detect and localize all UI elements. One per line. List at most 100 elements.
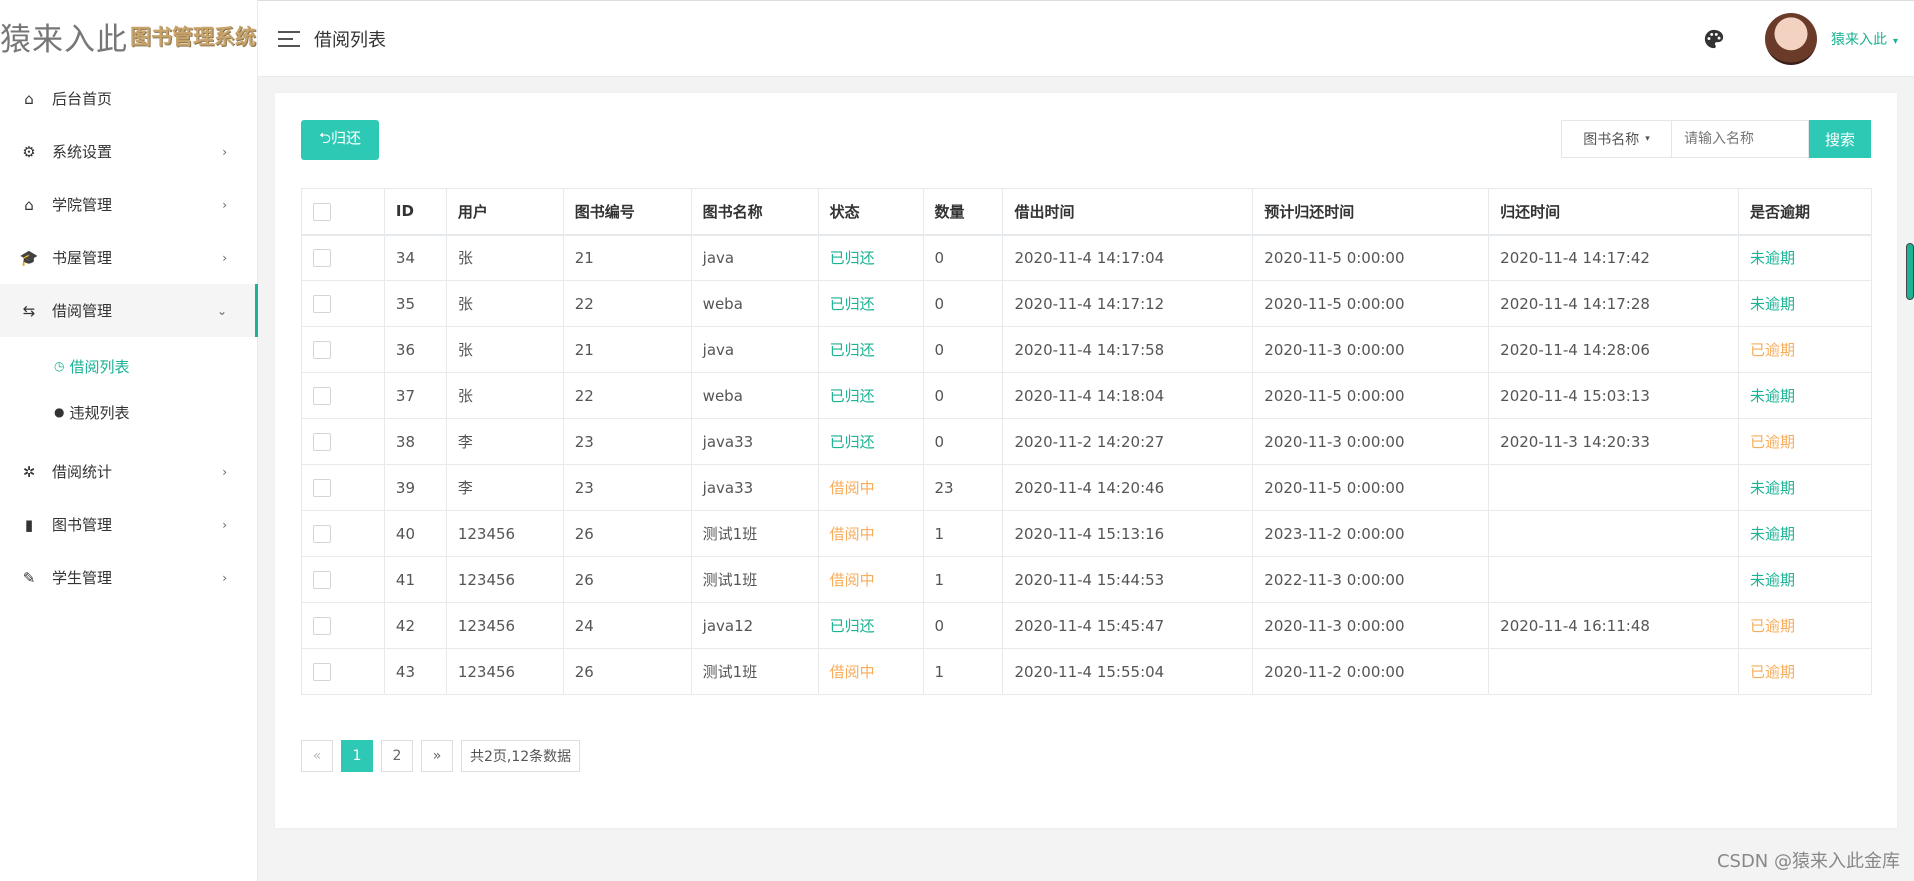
cell-due-time: 2020-11-5 0:00:00 [1252, 234, 1490, 281]
sidebar-item-2[interactable]: ⌂ 学院管理 › [0, 178, 257, 231]
row-select-cell [301, 418, 385, 465]
sidebar-item-7[interactable]: ✎ 学生管理 › [0, 551, 257, 604]
content-panel: ⮌归还 图书名称 ▾ 搜索 ID 用户 图书编号 图书名称 状态 数量 借出时间 … [275, 93, 1897, 828]
chevron-right-icon: › [222, 570, 227, 585]
cell-book-name: 测试1班 [690, 510, 819, 557]
cell-borrow-time: 2020-11-2 14:20:27 [1002, 418, 1254, 465]
prev-page-button[interactable]: « [301, 740, 333, 772]
cell-book-name: 测试1班 [690, 648, 819, 695]
row-checkbox[interactable] [313, 524, 331, 543]
sidebar-item-label: 后台首页 [52, 90, 113, 108]
sidebar-subitem-label: 借阅列表 [69, 357, 130, 376]
chevron-right-icon: › [222, 464, 227, 479]
row-checkbox[interactable] [313, 249, 331, 267]
cell-due-time: 2020-11-5 0:00:00 [1252, 372, 1490, 419]
chevron-down-icon: ⌄ [216, 303, 227, 318]
cell-status: 借阅中 [817, 556, 924, 603]
cell-borrow-time: 2020-11-4 14:20:46 [1002, 464, 1254, 511]
column-header-borrow-time[interactable]: 借出时间 [1002, 188, 1254, 236]
column-header-due-time[interactable]: 预计归还时间 [1252, 188, 1490, 236]
row-checkbox[interactable] [313, 340, 331, 359]
cell-return-time: 2020-11-4 14:17:42 [1488, 234, 1740, 281]
cell-overdue: 未逾期 [1738, 556, 1872, 603]
column-header-id[interactable]: ID [383, 188, 447, 236]
select-all-checkbox[interactable] [313, 202, 331, 221]
cell-borrow-time: 2020-11-4 15:45:47 [1002, 602, 1254, 649]
app-logo[interactable]: 猿来入此 图书管理系统 [0, 0, 257, 72]
row-select-cell [301, 602, 385, 649]
return-button[interactable]: ⮌归还 [301, 120, 379, 160]
table-row[interactable]: 42 123456 24 java12 已归还 0 2020-11-4 15:45:47 20… [301, 602, 1872, 649]
palette-icon[interactable] [1703, 28, 1725, 50]
cell-overdue: 已逾期 [1738, 648, 1872, 695]
sidebar-item-1[interactable]: ⚙ 系统设置 › [0, 125, 257, 178]
table-row[interactable]: 38 李 23 java33 已归还 0 2020-11-2 14:20:27 2020-11… [301, 418, 1872, 465]
cell-overdue: 未逾期 [1738, 464, 1872, 511]
sidebar-subitem-0[interactable]: ◷ 借阅列表 [0, 343, 257, 389]
column-header-book-no[interactable]: 图书编号 [562, 188, 692, 236]
menu-toggle-icon[interactable] [278, 30, 300, 47]
column-header-return-time[interactable]: 归还时间 [1488, 188, 1740, 236]
scrollbar-thumb[interactable] [1906, 243, 1914, 300]
row-checkbox[interactable] [313, 570, 331, 589]
avatar[interactable] [1764, 12, 1817, 65]
column-header-qty[interactable]: 数量 [922, 188, 1004, 236]
search-field-select[interactable]: 图书名称 ▾ [1561, 120, 1671, 158]
cell-qty: 23 [922, 464, 1004, 511]
cell-due-time: 2023-11-2 0:00:00 [1252, 510, 1490, 557]
cell-overdue: 已逾期 [1738, 602, 1872, 649]
house-outline-icon: ⌂ [24, 195, 34, 214]
column-header-overdue[interactable]: 是否逾期 [1738, 188, 1872, 236]
sidebar-item-label: 书屋管理 [52, 249, 113, 267]
table-row[interactable]: 43 123456 26 测试1班 借阅中 1 2020-11-4 15:55:04 2020… [301, 648, 1872, 695]
cell-overdue: 已逾期 [1738, 326, 1872, 373]
row-checkbox[interactable] [313, 616, 331, 635]
table-row[interactable]: 41 123456 26 测试1班 借阅中 1 2020-11-4 15:44:53 2022… [301, 556, 1872, 603]
sidebar-item-3[interactable]: 🎓 书屋管理 › [0, 231, 257, 284]
column-header-status[interactable]: 状态 [817, 188, 924, 236]
page-1-button[interactable]: 1 [341, 740, 373, 772]
cell-id: 39 [383, 464, 447, 511]
column-header-book-name[interactable]: 图书名称 [690, 188, 819, 236]
exchange-icon: ⇆ [22, 301, 36, 320]
table-row[interactable]: 35 张 22 weba 已归还 0 2020-11-4 14:17:12 2020-11-5… [301, 280, 1872, 327]
row-checkbox[interactable] [313, 432, 331, 451]
pencil-icon: ✎ [22, 568, 36, 587]
cell-return-time [1488, 464, 1740, 511]
sidebar-item-5[interactable]: ✲ 借阅统计 › [0, 445, 257, 498]
sidebar-item-6[interactable]: ▮ 图书管理 › [0, 498, 257, 551]
sidebar-item-label: 学院管理 [52, 196, 113, 214]
search-button[interactable]: 搜索 [1809, 120, 1871, 158]
sidebar-item-4[interactable]: ⇆ 借阅管理 ⌄ [0, 284, 258, 337]
cell-status: 借阅中 [817, 648, 924, 695]
page-2-button[interactable]: 2 [381, 740, 413, 772]
row-checkbox[interactable] [313, 386, 331, 405]
table-row[interactable]: 34 张 21 java 已归还 0 2020-11-4 14:17:04 2020-11-5… [301, 234, 1872, 281]
cell-id: 43 [383, 648, 447, 695]
column-header-user[interactable]: 用户 [445, 188, 564, 236]
cell-overdue: 未逾期 [1738, 280, 1872, 327]
cell-book-no: 24 [562, 602, 692, 649]
cell-return-time: 2020-11-3 14:20:33 [1488, 418, 1740, 465]
cell-overdue: 未逾期 [1738, 234, 1872, 281]
row-checkbox[interactable] [313, 478, 331, 497]
row-select-cell [301, 556, 385, 603]
next-page-button[interactable]: » [421, 740, 453, 772]
exclamation-icon: ● [54, 405, 65, 419]
table-row[interactable]: 37 张 22 weba 已归还 0 2020-11-4 14:18:04 2020-11-5… [301, 372, 1872, 419]
cell-borrow-time: 2020-11-4 14:18:04 [1002, 372, 1254, 419]
table-row[interactable]: 39 李 23 java33 借阅中 23 2020-11-4 14:20:46 2020-1… [301, 464, 1872, 511]
sidebar-item-0[interactable]: ⌂ 后台首页 [0, 72, 257, 125]
clipboard-icon: ▮ [24, 515, 34, 534]
table-row[interactable]: 36 张 21 java 已归还 0 2020-11-4 14:17:58 2020-11-3… [301, 326, 1872, 373]
row-checkbox[interactable] [313, 662, 331, 681]
row-checkbox[interactable] [313, 294, 331, 313]
cell-due-time: 2020-11-3 0:00:00 [1252, 602, 1490, 649]
sidebar-subnav: ◷ 借阅列表 ● 违规列表 [0, 337, 257, 445]
table-row[interactable]: 40 123456 26 测试1班 借阅中 1 2020-11-4 15:13:16 2023… [301, 510, 1872, 557]
cell-id: 37 [383, 372, 447, 419]
search-input[interactable] [1671, 120, 1809, 158]
user-menu[interactable]: 猿来入此 ▾ [1831, 29, 1898, 49]
history-icon: ◷ [54, 359, 65, 373]
sidebar-subitem-1[interactable]: ● 违规列表 [0, 389, 257, 435]
